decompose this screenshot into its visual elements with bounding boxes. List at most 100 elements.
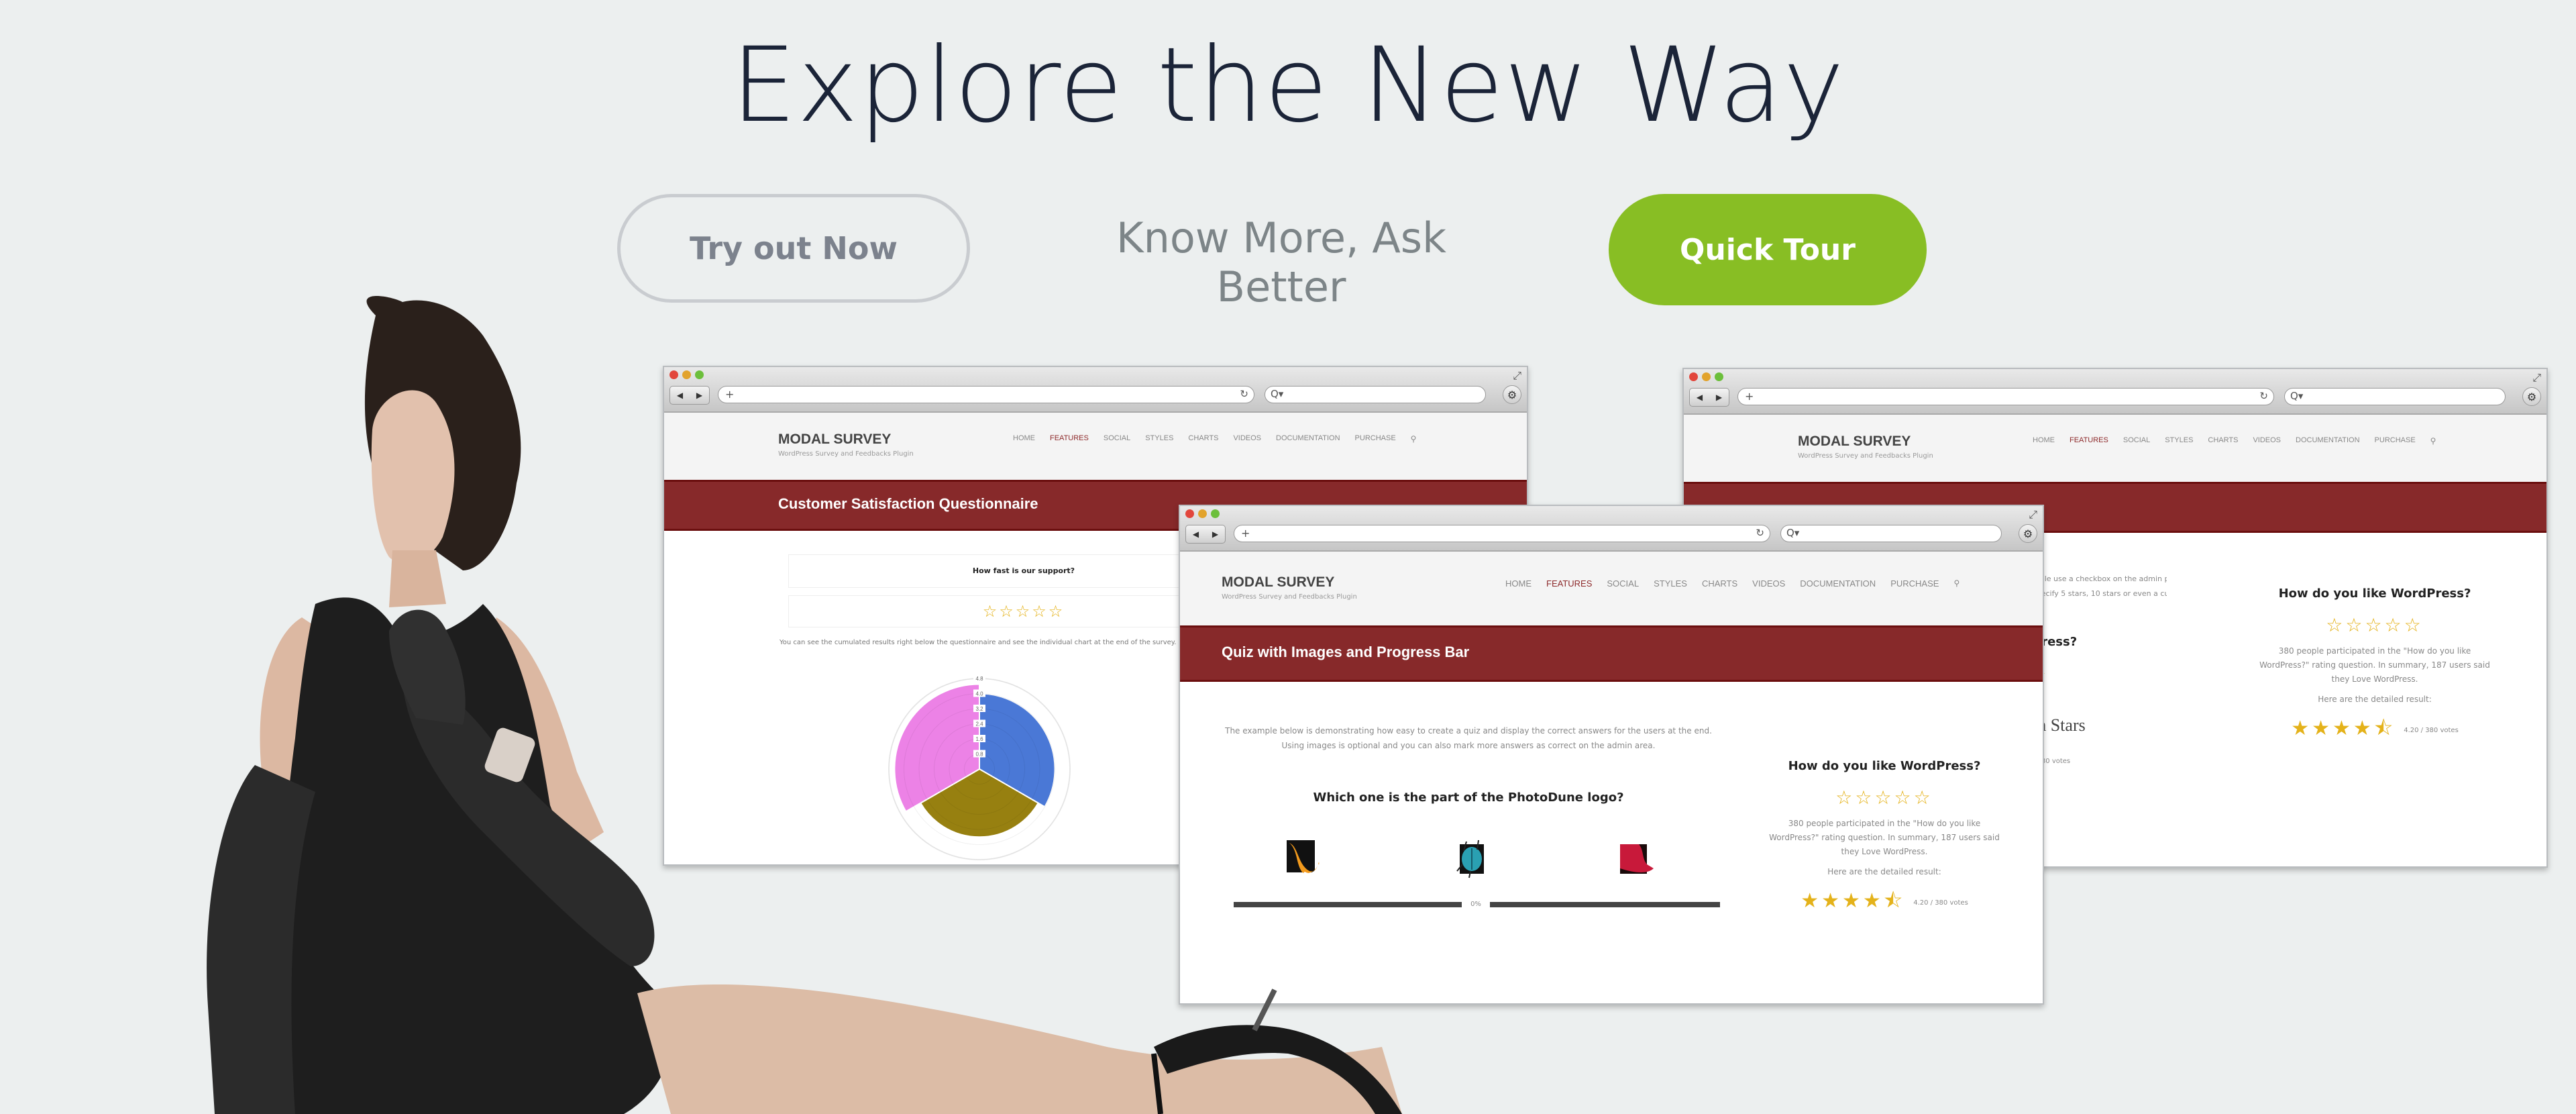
- menu-item-styles[interactable]: STYLES: [1145, 434, 1173, 444]
- back-icon[interactable]: ◀: [677, 391, 683, 400]
- rating-question: How do you like WordPress?: [1788, 759, 1981, 773]
- minimize-icon[interactable]: [1198, 509, 1207, 518]
- quiz-progress-label: 0%: [1462, 897, 1490, 913]
- page-banner: Quiz with Images and Progress Bar: [1180, 625, 2043, 682]
- menu-item-purchase[interactable]: PURCHASE: [1890, 578, 1939, 589]
- menu-search-icon[interactable]: ⚲: [1411, 434, 1417, 444]
- maximize-icon[interactable]: [695, 370, 704, 379]
- back-forward-buttons[interactable]: ◀ ▶: [669, 386, 710, 405]
- reload-icon[interactable]: ↻: [1756, 527, 1764, 539]
- resize-icon[interactable]: ⤢: [1513, 369, 1521, 383]
- forward-icon[interactable]: ▶: [696, 391, 702, 400]
- try-out-now-button[interactable]: Try out Now: [617, 194, 970, 303]
- arm-right: [483, 617, 604, 859]
- maximize-icon[interactable]: [1715, 372, 1723, 381]
- menu-item-features[interactable]: FEATURES: [2070, 436, 2108, 446]
- quiz-option-orange-swoosh[interactable]: [1284, 838, 1324, 879]
- maximize-icon[interactable]: [1211, 509, 1220, 518]
- forward-icon[interactable]: ▶: [1212, 529, 1218, 539]
- rating-description: 380 people participated in the "How do y…: [1769, 819, 2000, 856]
- site-header: MODAL SURVEY WordPress Survey and Feedba…: [1684, 415, 2546, 482]
- reload-icon[interactable]: ↻: [1240, 388, 1248, 400]
- menu-search-icon[interactable]: ⚲: [2430, 436, 2436, 446]
- description-line: specify 5 stars, 10 stars or even a cust…: [2033, 589, 2167, 598]
- menu-item-features[interactable]: FEATURES: [1546, 578, 1592, 589]
- site-logo[interactable]: MODAL SURVEY: [1798, 434, 1911, 450]
- menu-search-icon[interactable]: ⚲: [1953, 578, 1960, 589]
- browser-search-input[interactable]: Q▾: [1265, 386, 1486, 403]
- back-forward-buttons[interactable]: ◀ ▶: [1689, 388, 1729, 407]
- menu-item-purchase[interactable]: PURCHASE: [1355, 434, 1396, 444]
- description-text: mple use a checkbox on the admin panel s…: [2033, 572, 2167, 601]
- rating-stars-input[interactable]: ☆☆☆☆☆: [983, 602, 1065, 621]
- rating-stars-input[interactable]: ☆☆☆☆☆: [1743, 787, 2025, 809]
- rating-result-stars: ★★★★⯪: [2291, 717, 2396, 740]
- menu-item-videos[interactable]: VIDEOS: [1233, 434, 1261, 444]
- quiz-option-teal-beetle[interactable]: [1452, 838, 1492, 879]
- menu-item-documentation[interactable]: DOCUMENTATION: [1800, 578, 1876, 589]
- polar-area-chart: 0.8 1.6 2.4 3.2 4.0 4.8: [888, 674, 1071, 860]
- chart-tick-label: 4.0: [975, 691, 983, 697]
- gear-icon[interactable]: ⚙: [2522, 387, 2541, 406]
- menu-item-features[interactable]: FEATURES: [1050, 434, 1089, 444]
- menu-item-home[interactable]: HOME: [1505, 578, 1532, 589]
- site-menu: HOME FEATURES SOCIAL STYLES CHARTS VIDEO…: [1505, 578, 1960, 589]
- menu-item-charts[interactable]: CHARTS: [2208, 436, 2238, 446]
- menu-item-social[interactable]: SOCIAL: [1607, 578, 1639, 589]
- quiz-option-red-shape[interactable]: [1616, 838, 1656, 879]
- menu-item-home[interactable]: HOME: [1013, 434, 1035, 444]
- window-controls: [669, 370, 704, 379]
- menu-item-social[interactable]: SOCIAL: [1104, 434, 1130, 444]
- menu-item-home[interactable]: HOME: [2033, 436, 2055, 446]
- menu-item-documentation[interactable]: DOCUMENTATION: [1276, 434, 1340, 444]
- close-icon[interactable]: [669, 370, 678, 379]
- site-logo[interactable]: MODAL SURVEY: [778, 432, 891, 448]
- search-icon: Q▾: [1271, 388, 1284, 400]
- menu-item-charts[interactable]: CHARTS: [1188, 434, 1218, 444]
- hero-title: Explore the New Way: [731, 26, 1845, 146]
- back-icon[interactable]: ◀: [1697, 393, 1703, 402]
- menu-item-styles[interactable]: STYLES: [1654, 578, 1687, 589]
- resize-icon[interactable]: ⤢: [2532, 371, 2541, 385]
- menu-item-videos[interactable]: VIDEOS: [1752, 578, 1785, 589]
- hair-shape: [364, 296, 521, 570]
- gear-icon[interactable]: ⚙: [1503, 385, 1521, 404]
- forward-icon[interactable]: ▶: [1716, 393, 1722, 402]
- reload-icon[interactable]: ↻: [2259, 390, 2268, 402]
- rating-detail-label: Here are the detailed result:: [2318, 695, 2432, 704]
- search-icon: Q▾: [2290, 390, 2304, 402]
- url-bar[interactable]: + ↻: [1737, 388, 2274, 405]
- back-icon[interactable]: ◀: [1193, 529, 1199, 539]
- rating-stars-input[interactable]: ☆☆☆☆☆: [2234, 614, 2516, 636]
- close-icon[interactable]: [1689, 372, 1698, 381]
- back-forward-buttons[interactable]: ◀ ▶: [1185, 525, 1226, 544]
- gear-icon[interactable]: ⚙: [2019, 524, 2037, 543]
- rating-widget: How do you like WordPress? ☆☆☆☆☆ 380 peo…: [2234, 587, 2516, 748]
- dress-shape: [276, 597, 672, 1114]
- close-icon[interactable]: [1185, 509, 1194, 518]
- url-bar[interactable]: + ↻: [1234, 525, 1770, 542]
- browser-search-input[interactable]: Q▾: [1780, 525, 2002, 542]
- rating-widget: How do you like WordPress? ☆☆☆☆☆ 380 peo…: [1743, 759, 2025, 920]
- menu-item-social[interactable]: SOCIAL: [2123, 436, 2150, 446]
- minimize-icon[interactable]: [682, 370, 691, 379]
- menu-item-purchase[interactable]: PURCHASE: [2375, 436, 2416, 446]
- url-bar[interactable]: + ↻: [718, 386, 1254, 403]
- quick-tour-button[interactable]: Quick Tour: [1609, 194, 1927, 305]
- minimize-icon[interactable]: [1702, 372, 1711, 381]
- browser-window-middle: ⤢ ◀ ▶ + ↻ Q▾ ⚙ MODAL SURVEY WordPress Su…: [1179, 505, 2044, 1005]
- menu-item-videos[interactable]: VIDEOS: [2253, 436, 2281, 446]
- page-banner-title: Customer Satisfaction Questionnaire: [778, 495, 1038, 512]
- chart-tick-label: 4.8: [975, 676, 983, 682]
- menu-item-documentation[interactable]: DOCUMENTATION: [2296, 436, 2360, 446]
- bracelet: [484, 727, 535, 782]
- hand-at-neck: [389, 609, 466, 725]
- browser-search-input[interactable]: Q▾: [2284, 388, 2506, 405]
- neck-shape: [389, 550, 446, 607]
- menu-item-charts[interactable]: CHARTS: [1702, 578, 1737, 589]
- description-line: mple use a checkbox on the admin panel: [2033, 574, 2167, 583]
- glove-right: [402, 681, 655, 966]
- resize-icon[interactable]: ⤢: [2029, 508, 2037, 521]
- site-logo[interactable]: MODAL SURVEY: [1222, 574, 1334, 591]
- menu-item-styles[interactable]: STYLES: [2165, 436, 2193, 446]
